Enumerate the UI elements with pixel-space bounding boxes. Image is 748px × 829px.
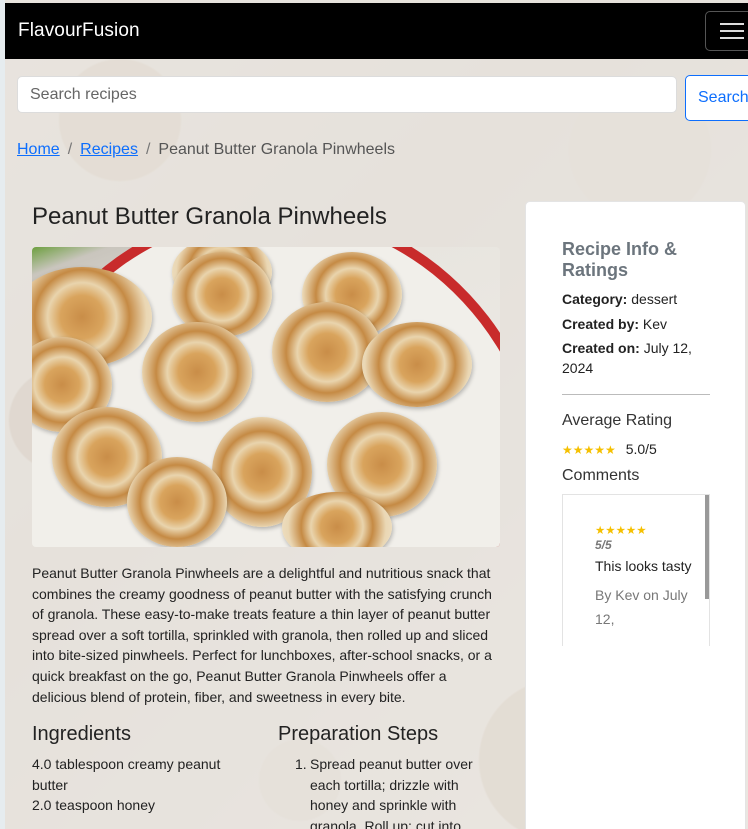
- navbar: FlavourFusion: [5, 3, 748, 59]
- ingredient-item: 2.0 teaspoon honey: [32, 797, 155, 813]
- comment-item: ★★★★★ 5/5 This looks tasty By Kev on Jul…: [595, 525, 695, 631]
- comment-text: This looks tasty: [595, 558, 692, 574]
- ingredients-list: 4.0 tablespoon creamy peanut butter 2.0 …: [32, 754, 252, 816]
- hamburger-menu-icon[interactable]: [705, 11, 748, 51]
- created-by-label: Created by:: [562, 316, 640, 332]
- comment-meta: By Kev on July 12,: [595, 587, 688, 627]
- recipe-title: Peanut Butter Granola Pinwheels: [32, 203, 387, 230]
- breadcrumb-recipes[interactable]: Recipes: [80, 141, 138, 158]
- recipe-info-card: Recipe Info & Ratings Category: dessert …: [525, 201, 746, 829]
- step-text: Spread peanut butter over each tortilla;…: [310, 756, 473, 829]
- average-rating: ★★★★★ 5.0/5: [562, 441, 657, 457]
- breadcrumb-separator: /: [145, 141, 151, 158]
- created-by-value: Kev: [642, 316, 668, 332]
- recipe-image: [32, 247, 500, 547]
- average-rating-label: Average Rating: [562, 412, 672, 429]
- recipe-description: Peanut Butter Granola Pinwheels are a de…: [32, 565, 492, 705]
- category-value: dessert: [631, 291, 678, 307]
- breadcrumb-home[interactable]: Home: [17, 141, 60, 158]
- search-input[interactable]: [17, 76, 677, 113]
- step-number: 1.: [295, 756, 307, 772]
- ingredients-heading: Ingredients: [32, 723, 131, 745]
- category-label: Category:: [562, 291, 628, 307]
- created-by-row: Created by: Kev: [562, 314, 712, 334]
- divider: [562, 394, 710, 395]
- window-edge: [0, 0, 5, 829]
- comments-label: Comments: [562, 467, 640, 484]
- comments-scrollbar[interactable]: [705, 495, 709, 599]
- breadcrumb-current: Peanut Butter Granola Pinwheels: [158, 141, 395, 158]
- steps-heading: Preparation Steps: [278, 723, 439, 745]
- steps-list: 1. Spread peanut butter over each tortil…: [295, 754, 490, 829]
- rating-value: 5.0/5: [625, 441, 657, 457]
- comment-score: 5/5: [595, 538, 612, 552]
- ingredient-item: 4.0 tablespoon creamy peanut butter: [32, 756, 221, 793]
- step-item: 1. Spread peanut butter over each tortil…: [295, 754, 490, 829]
- breadcrumb-separator: /: [67, 141, 73, 158]
- created-on-label: Created on:: [562, 340, 640, 356]
- star-rating-icon: ★★★★★: [562, 443, 616, 457]
- created-on-row: Created on: July 12, 2024: [562, 338, 712, 378]
- category-row: Category: dessert: [562, 289, 712, 309]
- comments-list[interactable]: ★★★★★ 5/5 This looks tasty By Kev on Jul…: [562, 494, 710, 646]
- comment-star-icon: ★★★★★: [595, 525, 647, 537]
- brand-logo[interactable]: FlavourFusion: [18, 20, 140, 42]
- info-card-title: Recipe Info & Ratings: [562, 239, 678, 280]
- breadcrumb: Home / Recipes / Peanut Butter Granola Pinwh…: [17, 141, 395, 159]
- search-button[interactable]: Search: [685, 75, 748, 121]
